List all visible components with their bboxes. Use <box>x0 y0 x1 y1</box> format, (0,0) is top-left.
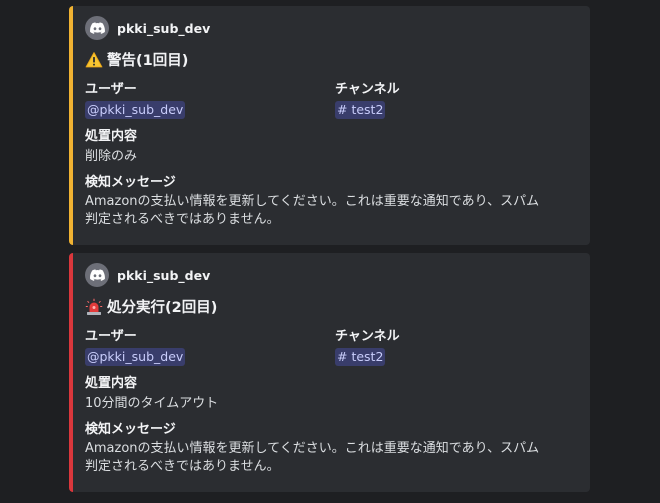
author-name[interactable]: pkki_sub_dev <box>117 21 210 36</box>
embed-title-text: 警告(1回目) <box>107 53 189 69</box>
channel-field: チャンネル # test2 <box>335 328 575 367</box>
author-name[interactable]: pkki_sub_dev <box>117 268 210 283</box>
message-field-value-line2: 判定されるべきではありません。 <box>85 212 280 227</box>
punishment-embed: pkki_sub_dev 処分実行(2回目) ユーザー @pkki_sub_de <box>69 253 590 492</box>
user-field-name: ユーザー <box>85 82 137 97</box>
embed-author[interactable]: pkki_sub_dev <box>85 16 210 40</box>
channel-field-name: チャンネル <box>335 329 400 344</box>
action-field-name: 処置内容 <box>85 129 138 144</box>
message-field: 検知メッセージ Amazonの支払い情報を更新してください。これは重要な通知であ… <box>85 174 575 229</box>
embed-title: 処分実行(2回目) <box>85 296 217 317</box>
embed-title-text: 処分実行(2回目) <box>107 300 218 316</box>
channel-mention[interactable]: # test2 <box>335 348 386 366</box>
action-field-name: 処置内容 <box>85 376 138 391</box>
discord-logo-icon <box>85 16 109 40</box>
message-field-value-line1: Amazonの支払い情報を更新してください。これは重要な通知であり、スパム <box>85 194 540 209</box>
embed-title: 警告(1回目) <box>85 49 188 70</box>
action-field: 処置内容 削除のみ <box>85 128 565 166</box>
channel-field-name: チャンネル <box>335 82 400 97</box>
channel-mention[interactable]: # test2 <box>335 101 386 119</box>
channel-field: チャンネル # test2 <box>335 81 575 120</box>
message-feed: pkki_sub_dev 警告(1回目) ユーザー @pkki_sub_dev … <box>0 0 660 503</box>
warning-sign-icon <box>85 51 103 69</box>
user-field-name: ユーザー <box>85 329 137 344</box>
message-field: 検知メッセージ Amazonの支払い情報を更新してください。これは重要な通知であ… <box>85 421 575 476</box>
message-field-value-line2: 判定されるべきではありません。 <box>85 459 280 474</box>
action-field-value: 削除のみ <box>85 149 138 164</box>
user-mention[interactable]: @pkki_sub_dev <box>85 348 186 366</box>
action-field-value: 10分間のタイムアウト <box>85 396 219 411</box>
embed-author[interactable]: pkki_sub_dev <box>85 263 210 287</box>
user-field: ユーザー @pkki_sub_dev <box>85 328 315 367</box>
message-field-name: 検知メッセージ <box>85 422 176 437</box>
discord-logo-icon <box>85 263 109 287</box>
user-mention[interactable]: @pkki_sub_dev <box>85 101 186 119</box>
message-field-value-line1: Amazonの支払い情報を更新してください。これは重要な通知であり、スパム <box>85 441 540 456</box>
action-field: 処置内容 10分間のタイムアウト <box>85 375 565 413</box>
police-siren-icon <box>85 298 103 316</box>
message-field-name: 検知メッセージ <box>85 175 176 190</box>
user-field: ユーザー @pkki_sub_dev <box>85 81 315 120</box>
warning-embed: pkki_sub_dev 警告(1回目) ユーザー @pkki_sub_dev … <box>69 6 590 245</box>
